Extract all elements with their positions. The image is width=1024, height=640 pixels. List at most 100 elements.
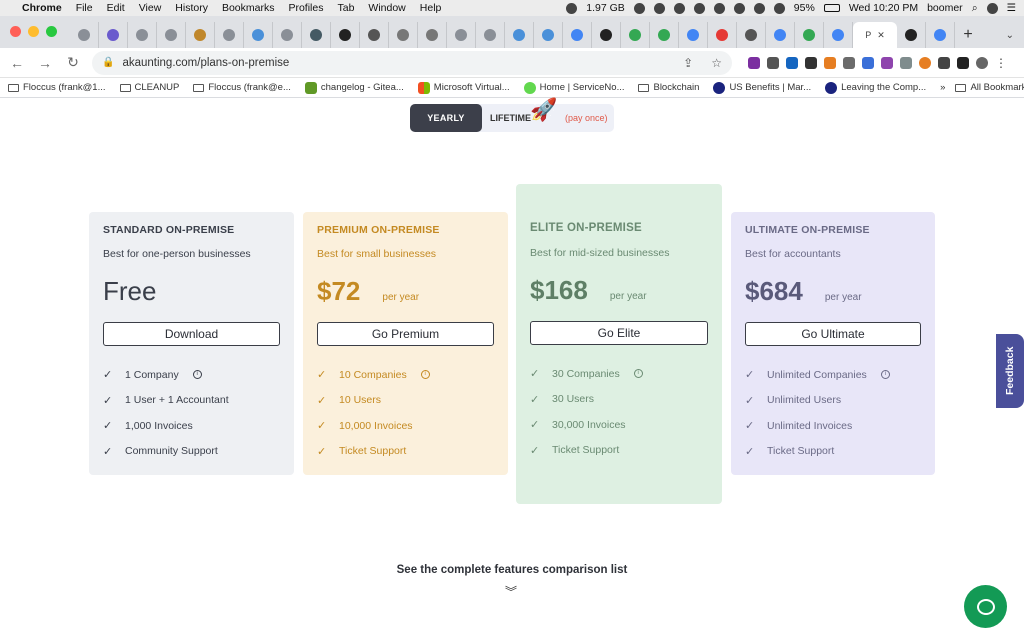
compare-features-link[interactable]: See the complete features comparison lis…	[0, 564, 1024, 576]
yearly-toggle-button[interactable]: YEARLY	[410, 104, 482, 132]
browser-tab[interactable]	[389, 22, 418, 48]
status-icon-1[interactable]	[633, 2, 645, 14]
url-text[interactable]: akaunting.com/plans-on-premise	[122, 57, 289, 69]
go-premium-button[interactable]: Go Premium	[317, 322, 494, 346]
chat-widget-button[interactable]	[964, 585, 1007, 628]
menu-edit[interactable]: Edit	[107, 2, 125, 14]
browser-tab[interactable]	[563, 22, 592, 48]
minimize-window-button[interactable]	[28, 26, 39, 37]
bookmark-gitea[interactable]: changelog - Gitea...	[304, 81, 404, 94]
extensions-puzzle-icon[interactable]	[938, 56, 950, 69]
browser-tab[interactable]	[621, 22, 650, 48]
browser-tab[interactable]	[360, 22, 389, 48]
browser-tab[interactable]	[157, 22, 186, 48]
lifetime-toggle-button[interactable]: LIFETIME 🚀	[490, 97, 557, 123]
download-button[interactable]: Download	[103, 322, 280, 346]
browser-tab[interactable]	[766, 22, 795, 48]
battery-icon[interactable]	[823, 4, 840, 12]
bookmarks-overflow-button[interactable]: »	[940, 82, 945, 93]
extension-icon-8[interactable]	[881, 56, 893, 69]
zoom-window-button[interactable]	[46, 26, 57, 37]
address-bar[interactable]: 🔒 akaunting.com/plans-on-premise ⇪ ☆	[92, 50, 732, 75]
control-center-icon[interactable]: ☰	[1007, 2, 1016, 14]
browser-tab[interactable]	[331, 22, 360, 48]
extension-icon-7[interactable]	[862, 56, 874, 69]
profile-avatar[interactable]	[976, 56, 988, 69]
lock-icon[interactable]: 🔒	[102, 57, 114, 68]
bookmark-star-icon[interactable]: ☆	[711, 56, 722, 70]
browser-tab[interactable]	[244, 22, 273, 48]
bookmark-leaving[interactable]: Leaving the Comp...	[825, 81, 926, 94]
tab-google[interactable]	[926, 22, 955, 48]
w-extension-icon[interactable]	[805, 56, 817, 69]
forward-button[interactable]: →	[36, 55, 54, 71]
siri-icon[interactable]	[986, 2, 998, 14]
all-bookmarks-button[interactable]: All Bookmarks	[955, 82, 1024, 93]
browser-tab[interactable]	[273, 22, 302, 48]
browser-tab[interactable]	[215, 22, 244, 48]
browser-tab[interactable]	[824, 22, 853, 48]
extension-icon-6[interactable]	[843, 56, 855, 69]
bookmark-us-benefits[interactable]: US Benefits | Mar...	[713, 81, 811, 94]
menu-window[interactable]: Window	[368, 2, 405, 14]
tab-close-icon[interactable]: ✕	[877, 30, 885, 41]
menu-app-name[interactable]: Chrome	[22, 2, 62, 14]
close-window-button[interactable]	[10, 26, 21, 37]
bookmark-extension-icon[interactable]	[767, 56, 779, 69]
onenote-extension-icon[interactable]	[748, 56, 760, 69]
menu-tab[interactable]: Tab	[337, 2, 354, 14]
bookmark-microsoft-virtual[interactable]: Microsoft Virtual...	[417, 81, 510, 94]
browser-tab[interactable]	[99, 22, 128, 48]
menu-view[interactable]: View	[139, 2, 162, 14]
tab-search-chevron-icon[interactable]: ⌄	[1006, 22, 1014, 48]
browser-tab[interactable]	[186, 22, 215, 48]
extension-badge-icon[interactable]	[786, 56, 798, 69]
go-elite-button[interactable]: Go Elite	[530, 321, 708, 345]
tab-github[interactable]	[897, 22, 926, 48]
feedback-tab[interactable]: Feedback	[996, 334, 1024, 408]
double-chevron-down-icon[interactable]: ︾	[505, 583, 517, 600]
browser-tab[interactable]	[447, 22, 476, 48]
menu-bookmarks[interactable]: Bookmarks	[222, 2, 275, 14]
bookmark-blockchain[interactable]: Blockchain	[638, 82, 699, 93]
share-icon[interactable]: ⇪	[683, 56, 693, 70]
browser-tab[interactable]	[679, 22, 708, 48]
status-icon-5[interactable]	[713, 2, 725, 14]
menu-help[interactable]: Help	[420, 2, 442, 14]
browser-tab[interactable]	[505, 22, 534, 48]
browser-tab[interactable]	[650, 22, 679, 48]
info-icon[interactable]: i	[192, 370, 202, 380]
reload-button[interactable]: ↻	[64, 54, 82, 71]
menu-profiles[interactable]: Profiles	[288, 2, 323, 14]
go-ultimate-button[interactable]: Go Ultimate	[745, 322, 921, 346]
bookmark-floccus-1[interactable]: Floccus (frank@1...	[8, 82, 106, 93]
spotlight-icon[interactable]: ⌕	[972, 2, 978, 15]
extension-icon-10[interactable]	[919, 56, 931, 69]
browser-tab[interactable]	[737, 22, 766, 48]
info-icon[interactable]: i	[633, 369, 643, 379]
menu-file[interactable]: File	[76, 2, 93, 14]
browser-tab[interactable]	[534, 22, 563, 48]
status-icon-3[interactable]	[673, 2, 685, 14]
battery-percent[interactable]: 95%	[794, 2, 815, 14]
new-tab-button[interactable]: +	[955, 22, 981, 48]
info-icon[interactable]: i	[880, 370, 890, 380]
clock[interactable]: Wed 10:20 PM	[849, 2, 918, 14]
browser-tab[interactable]	[592, 22, 621, 48]
user-name[interactable]: boomer	[927, 2, 963, 14]
side-panel-icon[interactable]	[957, 56, 969, 69]
info-icon[interactable]: i	[420, 370, 430, 380]
bookmark-cleanup[interactable]: CLEANUP	[119, 82, 179, 93]
browser-tab[interactable]	[476, 22, 505, 48]
bookmark-floccus-2[interactable]: Floccus (frank@e...	[193, 82, 291, 93]
chrome-menu-icon[interactable]: ⋮	[995, 56, 1007, 70]
browser-tab[interactable]	[128, 22, 157, 48]
browser-tab[interactable]	[418, 22, 447, 48]
browser-tab[interactable]	[795, 22, 824, 48]
wifi-icon[interactable]	[773, 2, 785, 14]
bluetooth-icon[interactable]	[753, 2, 765, 14]
status-icon-2[interactable]	[653, 2, 665, 14]
browser-tab[interactable]	[70, 22, 99, 48]
browser-tab[interactable]	[708, 22, 737, 48]
back-button[interactable]: ←	[8, 55, 26, 71]
